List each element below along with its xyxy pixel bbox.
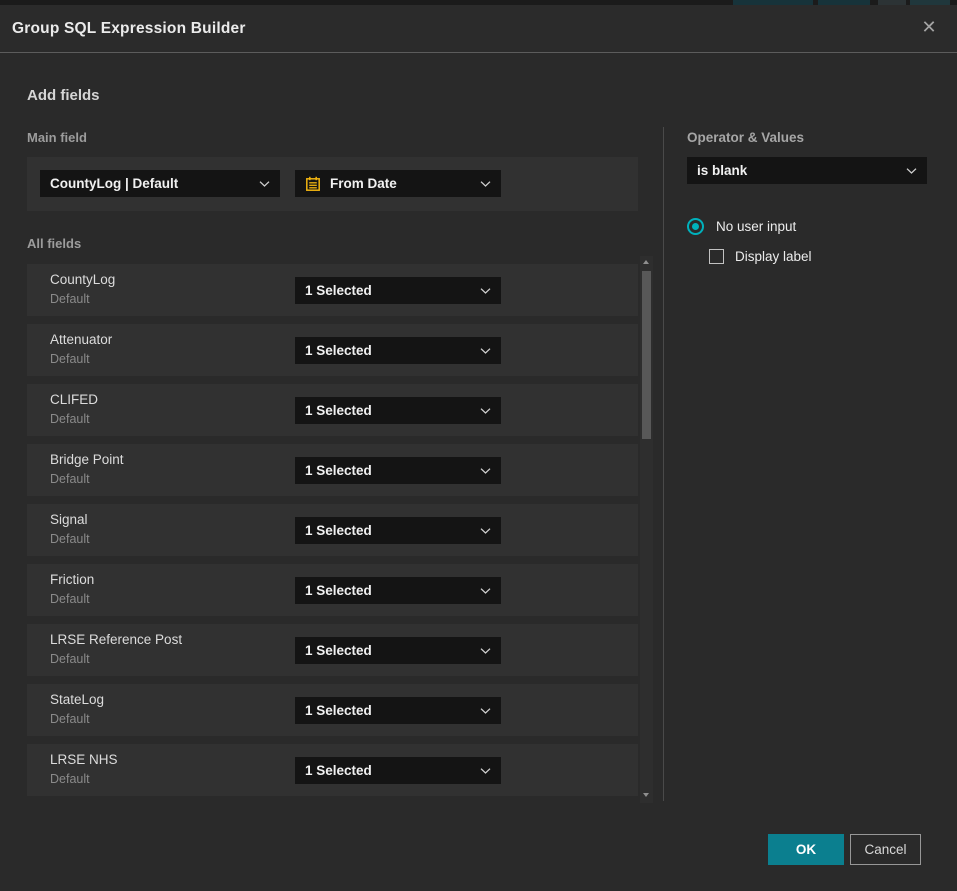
dialog-title: Group SQL Expression Builder	[12, 5, 246, 52]
scroll-down-icon[interactable]	[643, 793, 649, 797]
field-name: LRSE Reference Post	[50, 632, 182, 647]
field-name: Friction	[50, 572, 94, 587]
field-row: LRSE Reference Post Default 1 Selected	[27, 624, 638, 676]
operator-dropdown[interactable]: is blank	[687, 157, 927, 184]
field-name: Bridge Point	[50, 452, 124, 467]
no-user-input-option[interactable]: No user input	[687, 218, 796, 235]
cancel-button[interactable]: Cancel	[850, 834, 921, 865]
field-selected-dropdown[interactable]: 1 Selected	[295, 517, 501, 544]
field-name: Attenuator	[50, 332, 112, 347]
field-name: Signal	[50, 512, 88, 527]
field-row: Signal Default 1 Selected	[27, 504, 638, 556]
operator-values-heading: Operator & Values	[687, 130, 804, 145]
chevron-down-icon	[480, 348, 491, 354]
main-field-label: Main field	[27, 130, 87, 145]
field-name: StateLog	[50, 692, 104, 707]
chevron-down-icon	[480, 648, 491, 654]
chevron-down-icon	[480, 181, 491, 187]
field-name: CountyLog	[50, 272, 115, 287]
field-row: LRSE NHS Default 1 Selected	[27, 744, 638, 796]
field-row: CountyLog Default 1 Selected	[27, 264, 638, 316]
main-field-dropdown-value: From Date	[330, 176, 397, 191]
field-row: Attenuator Default 1 Selected	[27, 324, 638, 376]
field-sublabel: Default	[50, 772, 90, 786]
list-scrollbar[interactable]	[640, 256, 653, 803]
field-name: CLIFED	[50, 392, 98, 407]
field-selected-dropdown[interactable]: 1 Selected	[295, 397, 501, 424]
field-selected-dropdown[interactable]: 1 Selected	[295, 337, 501, 364]
field-sublabel: Default	[50, 532, 90, 546]
field-selected-dropdown[interactable]: 1 Selected	[295, 577, 501, 604]
chevron-down-icon	[480, 588, 491, 594]
display-label-text[interactable]: Display label	[735, 249, 812, 264]
field-sublabel: Default	[50, 592, 90, 606]
field-sublabel: Default	[50, 352, 90, 366]
checkbox-unchecked-icon[interactable]	[709, 249, 724, 264]
chevron-down-icon	[480, 708, 491, 714]
chevron-down-icon	[480, 768, 491, 774]
field-selected-dropdown[interactable]: 1 Selected	[295, 637, 501, 664]
operator-dropdown-value: is blank	[697, 163, 747, 178]
chevron-down-icon	[480, 468, 491, 474]
field-sublabel: Default	[50, 472, 90, 486]
all-fields-list: CountyLog Default 1 Selected Attenuator …	[27, 264, 638, 796]
field-sublabel: Default	[50, 412, 90, 426]
field-sublabel: Default	[50, 712, 90, 726]
chevron-down-icon	[480, 528, 491, 534]
all-fields-label: All fields	[27, 236, 81, 251]
main-field-panel: CountyLog | Default From Date	[27, 157, 638, 211]
chevron-down-icon	[480, 288, 491, 294]
display-label-option[interactable]: Display label	[709, 249, 812, 264]
scroll-up-icon[interactable]	[643, 260, 649, 264]
field-name: LRSE NHS	[50, 752, 118, 767]
dataset-dropdown[interactable]: CountyLog | Default	[40, 170, 280, 197]
field-sublabel: Default	[50, 292, 90, 306]
panel-divider	[663, 127, 664, 801]
field-selected-dropdown[interactable]: 1 Selected	[295, 457, 501, 484]
radio-selected-icon[interactable]	[687, 218, 704, 235]
dialog-titlebar: Group SQL Expression Builder ✕	[0, 5, 957, 52]
field-row: StateLog Default 1 Selected	[27, 684, 638, 736]
field-selected-dropdown[interactable]: 1 Selected	[295, 277, 501, 304]
dataset-dropdown-value: CountyLog | Default	[50, 176, 178, 191]
titlebar-divider	[0, 52, 957, 53]
no-user-input-label[interactable]: No user input	[716, 219, 796, 234]
close-icon[interactable]: ✕	[915, 5, 943, 52]
chevron-down-icon	[906, 168, 917, 174]
field-row: Bridge Point Default 1 Selected	[27, 444, 638, 496]
field-selected-dropdown[interactable]: 1 Selected	[295, 697, 501, 724]
field-row: CLIFED Default 1 Selected	[27, 384, 638, 436]
chevron-down-icon	[259, 181, 270, 187]
add-fields-heading: Add fields	[27, 87, 100, 104]
scrollbar-thumb[interactable]	[642, 271, 651, 439]
ok-button[interactable]: OK	[768, 834, 844, 865]
chevron-down-icon	[480, 408, 491, 414]
main-field-dropdown[interactable]: From Date	[295, 170, 501, 197]
field-selected-dropdown[interactable]: 1 Selected	[295, 757, 501, 784]
field-row: Friction Default 1 Selected	[27, 564, 638, 616]
calendar-icon	[305, 176, 321, 192]
field-sublabel: Default	[50, 652, 90, 666]
